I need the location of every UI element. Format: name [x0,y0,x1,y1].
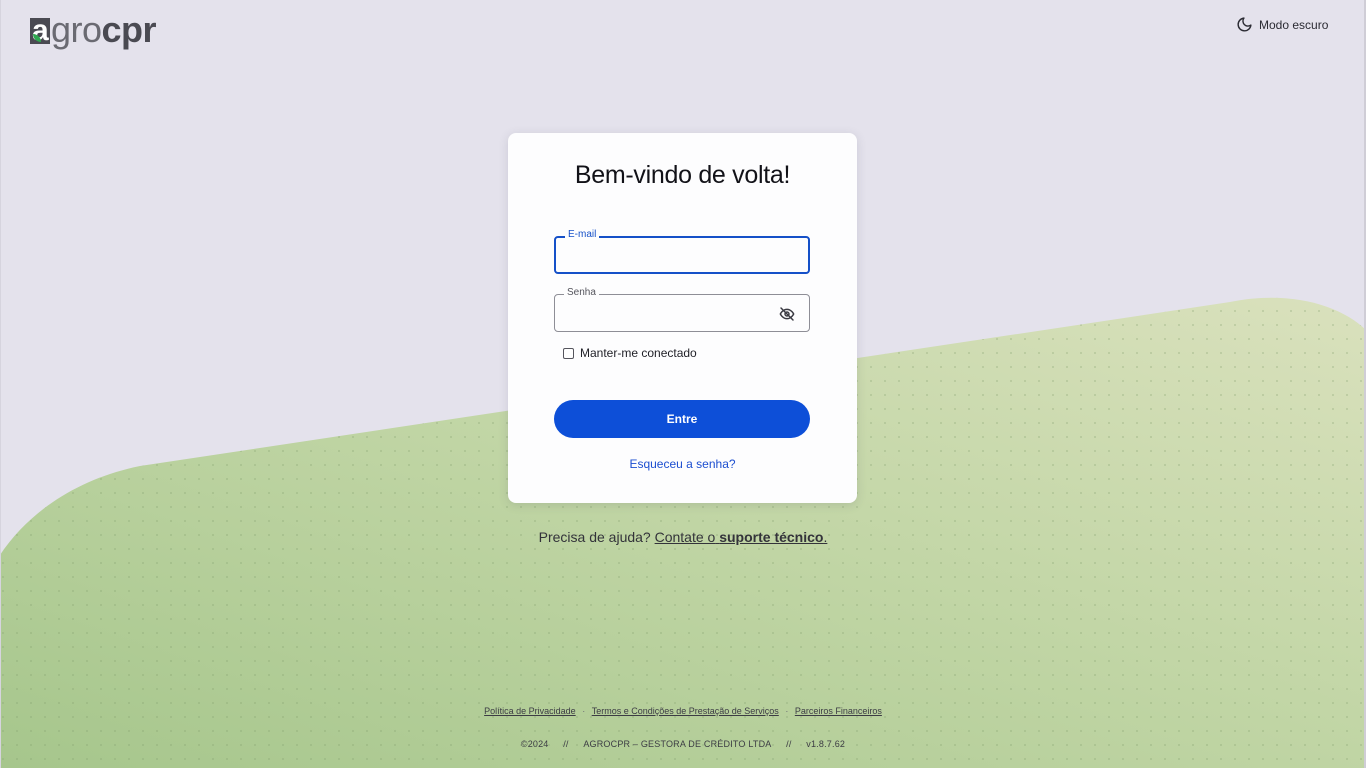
company-name: AGROCPR – GESTORA DE CRÉDITO LTDA [583,739,772,749]
email-input[interactable] [566,246,780,268]
forgot-password-link[interactable]: Esqueceu a senha? [508,457,857,471]
brand-logo[interactable]: a grocpr [30,10,157,48]
moon-icon [1237,17,1252,32]
logo-wordmark-thin: gro [51,9,102,50]
email-label: E-mail [565,228,600,242]
app-version: v1.8.7.62 [806,739,846,749]
email-field[interactable]: E-mail [554,228,810,274]
meta-separator: // [786,739,792,749]
window-edge-left [0,0,1,768]
footer-meta: ©2024 // AGROCPR – GESTORA DE CRÉDITO LT… [0,739,1366,749]
checkbox-box[interactable] [563,347,574,359]
logo-wordmark: grocpr [51,12,157,48]
footer-separator: · [785,706,789,716]
help-text: Precisa de ajuda? Contate o suporte técn… [0,529,1366,545]
terms-link[interactable]: Termos e Condições de Prestação de Servi… [592,706,779,716]
footer-separator: · [582,706,586,716]
eye-off-icon[interactable] [779,306,795,322]
privacy-policy-link[interactable]: Política de Privacidade [484,706,576,716]
login-card: Bem-vindo de volta! E-mail Senha Manter-… [508,133,857,503]
support-link-prefix: Contate o [654,529,716,545]
support-link-bold: suporte técnico [719,529,824,545]
logo-wordmark-bold: cpr [101,9,157,50]
dark-mode-label: Modo escuro [1259,17,1329,32]
login-button[interactable]: Entre [554,400,810,438]
remember-me-label: Manter-me conectado [580,346,697,360]
remember-me-checkbox[interactable]: Manter-me conectado [563,346,697,360]
password-label: Senha [564,286,599,300]
password-input[interactable] [565,303,779,325]
copyright: ©2024 [520,739,549,749]
help-prefix: Precisa de ajuda? [538,529,651,545]
footer-links: Política de Privacidade · Termos e Condi… [0,706,1366,716]
password-field[interactable]: Senha [554,286,810,332]
financial-partners-link[interactable]: Parceiros Financeiros [795,706,882,716]
logo-mark: a [30,16,50,46]
dark-mode-toggle[interactable]: Modo escuro [1236,16,1328,33]
meta-separator: // [563,739,569,749]
support-link[interactable]: Contate o suporte técnico. [655,529,828,545]
support-link-suffix: . [823,529,828,545]
login-title: Bem-vindo de volta! [574,161,791,189]
